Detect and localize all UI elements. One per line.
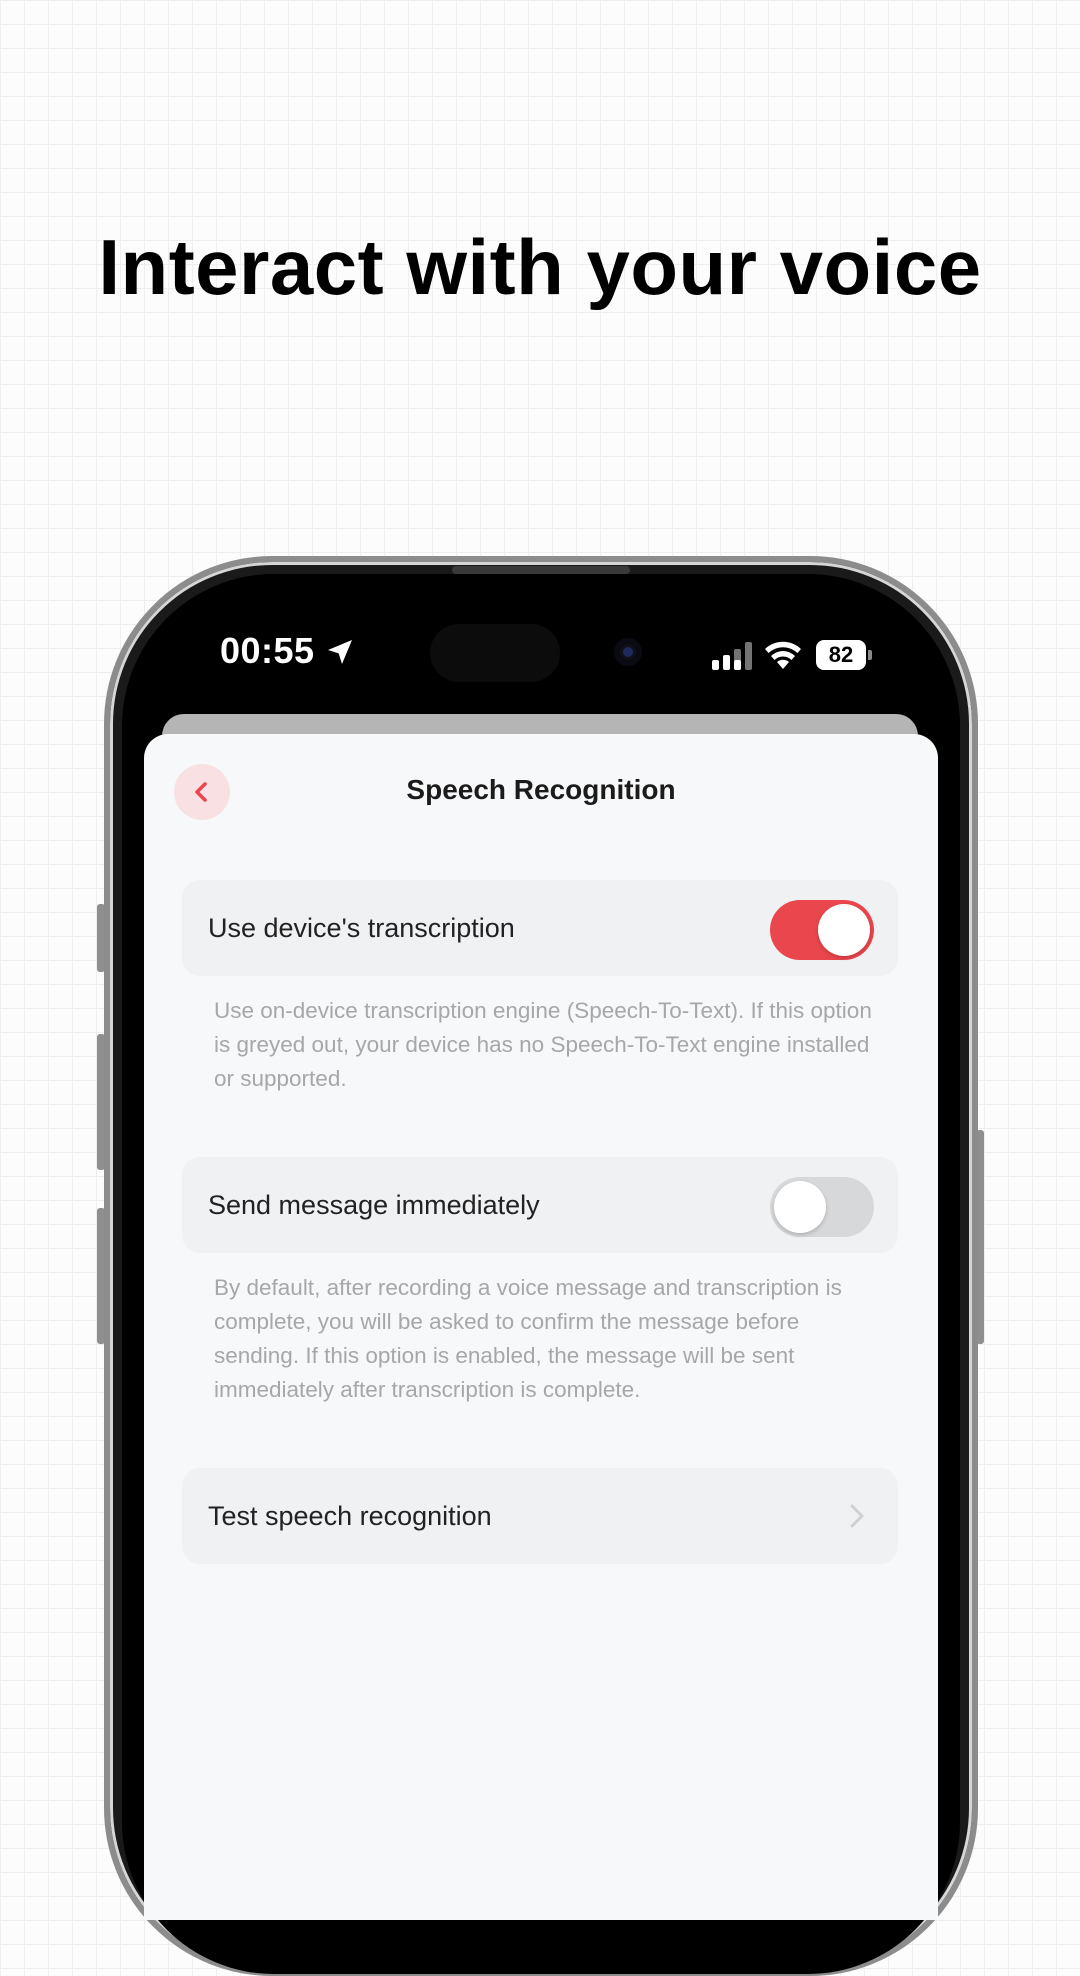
test-row-label: Test speech recognition [208, 1501, 492, 1531]
dynamic-island-sensor [430, 624, 560, 682]
front-camera [614, 638, 642, 666]
battery-icon: 82 [816, 640, 872, 670]
setting-label: Send message immediately [208, 1190, 540, 1220]
chevron-right-icon [850, 1504, 864, 1528]
send-immediately-toggle[interactable] [770, 1177, 874, 1237]
location-arrow-icon [328, 640, 352, 664]
settings-screen: Speech Recognition Use device's transcri… [144, 734, 938, 1920]
page-title: Speech Recognition [406, 774, 676, 805]
toggle-knob [818, 904, 870, 956]
setting-row-device-transcription[interactable]: Use device's transcription [182, 880, 898, 976]
status-bar: 00:55 82 [140, 624, 940, 684]
setting-description: Use on-device transcription engine (Spee… [214, 998, 872, 1091]
setting-description: By default, after recording a voice mess… [214, 1275, 842, 1402]
toggle-knob [774, 1181, 826, 1233]
device-transcription-toggle[interactable] [770, 900, 874, 960]
status-time: 00:55 [220, 630, 315, 671]
wifi-icon [765, 641, 801, 669]
signal-icon [712, 642, 752, 670]
setting-label: Use device's transcription [208, 913, 515, 943]
test-speech-recognition-row[interactable]: Test speech recognition [182, 1468, 898, 1564]
headline: Interact with your voice [98, 223, 982, 311]
setting-row-send-immediately[interactable]: Send message immediately [182, 1157, 898, 1253]
speaker-grille [452, 566, 630, 574]
